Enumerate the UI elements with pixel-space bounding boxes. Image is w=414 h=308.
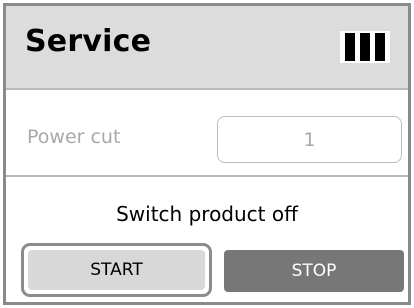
- signal-bar: [375, 33, 385, 61]
- status-message: Switch product off: [116, 202, 298, 226]
- power-cut-field[interactable]: 1: [217, 116, 402, 163]
- page-title: Service: [25, 24, 152, 59]
- service-panel: Service Power cut 1 Switch product off S…: [3, 3, 411, 305]
- power-cut-label: Power cut: [27, 126, 121, 148]
- start-button[interactable]: START: [21, 243, 212, 297]
- stop-button[interactable]: STOP: [224, 250, 404, 292]
- signal-bars-icon: [340, 31, 390, 63]
- signal-bar: [360, 33, 370, 61]
- header: Service: [6, 6, 408, 90]
- start-button-label[interactable]: START: [28, 250, 205, 290]
- signal-bar: [345, 33, 355, 61]
- power-cut-row: Power cut 1: [6, 90, 408, 177]
